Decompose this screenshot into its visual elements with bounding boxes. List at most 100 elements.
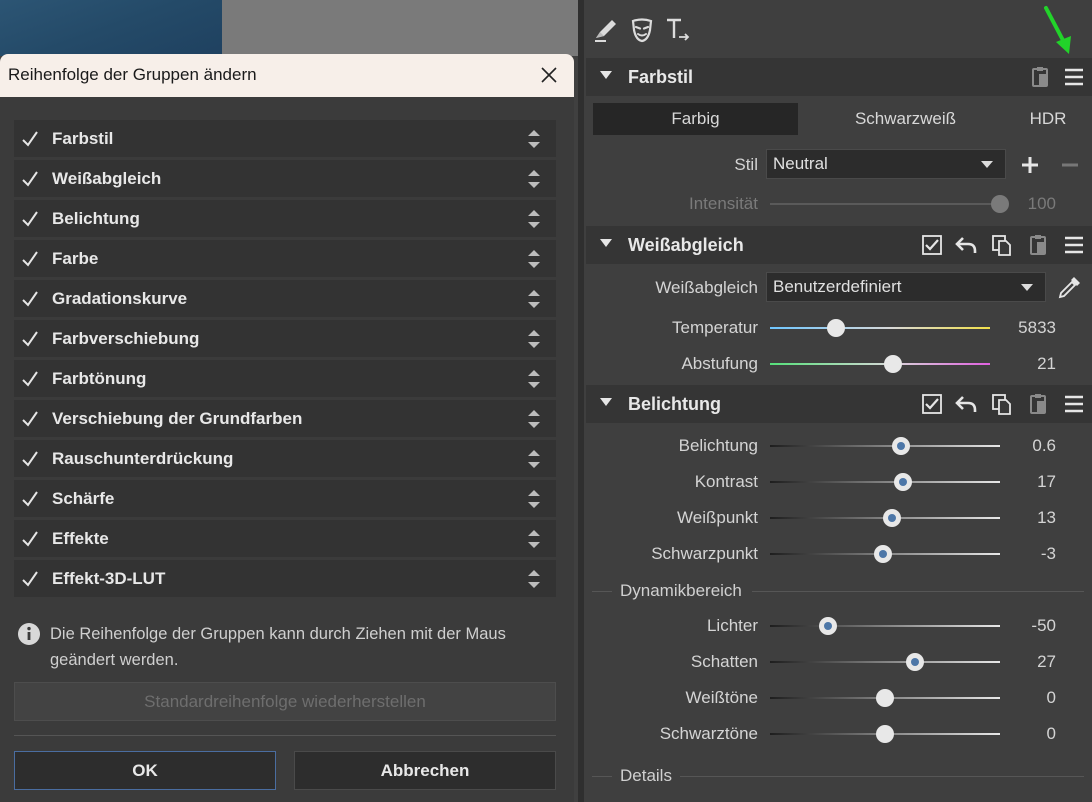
slider-knob[interactable] xyxy=(876,689,894,707)
checkmark-icon[interactable] xyxy=(20,409,40,429)
slider-label: Kontrast xyxy=(694,472,758,491)
group-row[interactable]: Schärfe xyxy=(14,480,556,517)
slider-value[interactable]: 17 xyxy=(996,472,1056,492)
slider-value[interactable]: -50 xyxy=(996,616,1056,636)
paste-icon[interactable] xyxy=(1028,65,1052,89)
group-row[interactable]: Effekt-3D-LUT xyxy=(14,560,556,597)
slider-value[interactable]: 21 xyxy=(996,354,1056,374)
slider-knob[interactable] xyxy=(873,545,892,563)
menu-icon[interactable] xyxy=(1062,233,1086,257)
undo-icon[interactable] xyxy=(954,233,978,257)
wb-preset-select[interactable]: Benutzerdefiniert xyxy=(766,272,1046,302)
slider-value[interactable]: 27 xyxy=(996,652,1056,672)
checkmark-icon[interactable] xyxy=(20,129,40,149)
drag-handle-icon[interactable] xyxy=(526,208,542,230)
drag-handle-icon[interactable] xyxy=(526,408,542,430)
checkmark-icon[interactable] xyxy=(20,249,40,269)
copy-icon[interactable] xyxy=(990,392,1014,416)
tab-hdr[interactable]: HDR xyxy=(1013,103,1083,135)
eyedropper-icon[interactable] xyxy=(1057,276,1081,300)
group-row[interactable]: Gradationskurve xyxy=(14,280,556,317)
slider-knob[interactable] xyxy=(894,473,913,491)
slider-knob[interactable] xyxy=(882,509,901,527)
group-row[interactable]: Farbtönung xyxy=(14,360,556,397)
drag-handle-icon[interactable] xyxy=(526,328,542,350)
tab-schwarzweiss[interactable]: Schwarzweiß xyxy=(803,103,1008,135)
checkmark-icon[interactable] xyxy=(20,449,40,469)
slider-track[interactable] xyxy=(770,661,1000,663)
slider-value[interactable]: 0 xyxy=(996,724,1056,744)
slider-knob[interactable] xyxy=(827,319,845,337)
paste-icon[interactable] xyxy=(1026,233,1050,257)
add-preset-icon[interactable] xyxy=(1018,153,1042,177)
slider-knob[interactable] xyxy=(818,617,837,635)
slider-knob[interactable] xyxy=(884,355,903,373)
restore-default-order-button[interactable]: Standardreihenfolge wiederherstellen xyxy=(14,682,556,721)
intensity-slider[interactable] xyxy=(770,203,1000,205)
group-label: Gradationskurve xyxy=(52,289,188,308)
drag-handle-icon[interactable] xyxy=(526,448,542,470)
group-row[interactable]: Belichtung xyxy=(14,200,556,237)
brush-icon[interactable] xyxy=(592,16,620,44)
checkmark-icon[interactable] xyxy=(20,529,40,549)
drag-handle-icon[interactable] xyxy=(526,528,542,550)
group-row[interactable]: Farbverschiebung xyxy=(14,320,556,357)
slider-track[interactable] xyxy=(770,481,1000,483)
slider-track[interactable] xyxy=(770,327,990,329)
slider-track[interactable] xyxy=(770,363,990,365)
slider-knob[interactable] xyxy=(876,725,894,743)
ok-button[interactable]: OK xyxy=(14,751,276,790)
checkmark-icon[interactable] xyxy=(20,169,40,189)
slider-value[interactable]: 0.6 xyxy=(996,436,1056,456)
undo-icon[interactable] xyxy=(954,392,978,416)
group-row[interactable]: Farbe xyxy=(14,240,556,277)
close-icon[interactable] xyxy=(538,64,560,86)
group-row[interactable]: Farbstil xyxy=(14,120,556,157)
copy-icon[interactable] xyxy=(990,233,1014,257)
details-heading[interactable]: Details xyxy=(620,766,672,786)
drag-handle-icon[interactable] xyxy=(526,288,542,310)
group-row[interactable]: Effekte xyxy=(14,520,556,557)
slider-track[interactable] xyxy=(770,625,1000,627)
checkmark-icon[interactable] xyxy=(20,329,40,349)
drag-handle-icon[interactable] xyxy=(526,568,542,590)
chevron-down-icon[interactable] xyxy=(600,398,612,406)
drag-handle-icon[interactable] xyxy=(526,168,542,190)
slider-value[interactable]: 13 xyxy=(996,508,1056,528)
drag-handle-icon[interactable] xyxy=(526,248,542,270)
section-header-belichtung[interactable]: Belichtung xyxy=(586,385,1092,423)
group-row[interactable]: Weißabgleich xyxy=(14,160,556,197)
group-row[interactable]: Rauschunterdrückung xyxy=(14,440,556,477)
menu-icon[interactable] xyxy=(1062,392,1086,416)
drag-handle-icon[interactable] xyxy=(526,488,542,510)
slider-value[interactable]: -3 xyxy=(996,544,1056,564)
enable-checkbox-icon[interactable] xyxy=(920,392,944,416)
drag-handle-icon[interactable] xyxy=(526,128,542,150)
chevron-down-icon[interactable] xyxy=(600,239,612,247)
group-row[interactable]: Verschiebung der Grundfarben xyxy=(14,400,556,437)
chevron-down-icon[interactable] xyxy=(600,71,612,79)
text-tool-icon[interactable] xyxy=(664,16,692,44)
checkmark-icon[interactable] xyxy=(20,289,40,309)
stil-select[interactable]: Neutral xyxy=(766,149,1006,179)
mask-icon[interactable] xyxy=(628,16,656,44)
checkmark-icon[interactable] xyxy=(20,369,40,389)
paste-icon[interactable] xyxy=(1026,392,1050,416)
menu-icon[interactable] xyxy=(1062,65,1086,89)
slider-value[interactable]: 0 xyxy=(996,688,1056,708)
slider-knob[interactable] xyxy=(892,437,911,455)
enable-checkbox-icon[interactable] xyxy=(920,233,944,257)
dialog-titlebar[interactable]: Reihenfolge der Gruppen ändern xyxy=(0,54,574,97)
section-header-farbstil[interactable]: Farbstil xyxy=(586,58,1092,96)
cancel-button[interactable]: Abbrechen xyxy=(294,751,556,790)
remove-preset-icon[interactable] xyxy=(1058,153,1082,177)
slider-knob[interactable] xyxy=(905,653,924,671)
drag-handle-icon[interactable] xyxy=(526,368,542,390)
slider-track[interactable] xyxy=(770,445,1000,447)
checkmark-icon[interactable] xyxy=(20,569,40,589)
checkmark-icon[interactable] xyxy=(20,489,40,509)
tab-farbig[interactable]: Farbig xyxy=(593,103,798,135)
slider-value[interactable]: 5833 xyxy=(996,318,1056,338)
checkmark-icon[interactable] xyxy=(20,209,40,229)
section-header-weissabgleich[interactable]: Weißabgleich xyxy=(586,226,1092,264)
